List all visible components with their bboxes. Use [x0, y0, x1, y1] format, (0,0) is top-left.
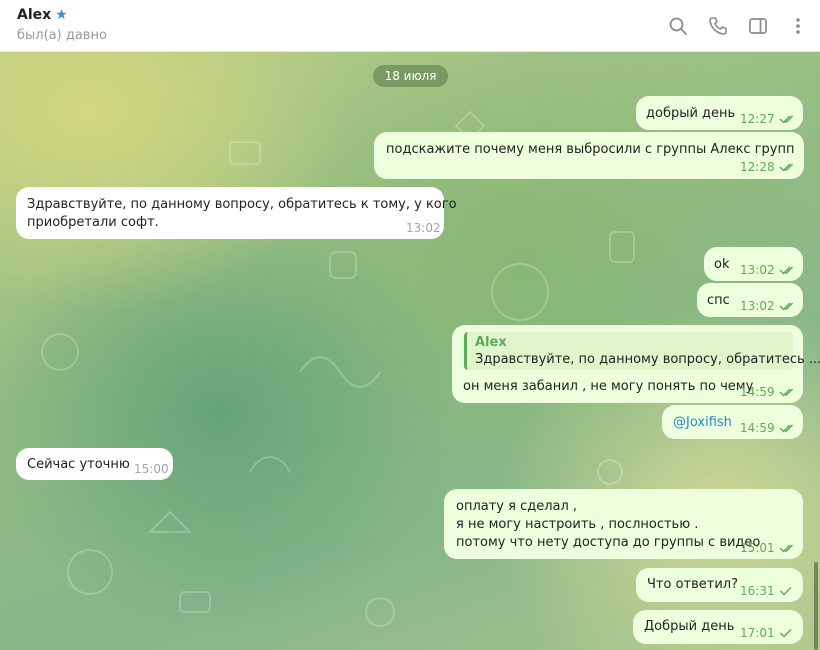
message-text: Здравствуйте, по данному вопросу, обрати…	[27, 197, 457, 212]
reply-text: Здравствуйте, по данному вопросу, обрати…	[475, 352, 820, 367]
outgoing-message[interactable]: оплату я сделал , я не могу настроить , …	[444, 489, 803, 559]
outgoing-message[interactable]: спс 13:02	[697, 283, 803, 317]
message-text-line2: я не могу настроить , послностью .	[456, 517, 699, 532]
message-meta: 12:27	[740, 112, 797, 126]
message-text-line2: приобретали софт.	[27, 215, 159, 230]
message-text: подскажите почему меня выбросили с групп…	[386, 142, 795, 157]
outgoing-message[interactable]: Добрый день 17:01	[633, 610, 803, 644]
message-text: Что ответил?	[647, 577, 738, 592]
message-time: 12:28	[740, 160, 775, 174]
chat-header: Alex ★ был(а) давно	[0, 0, 820, 52]
message-time: 13:02	[406, 221, 441, 235]
message-text: он меня забанил , не могу понять по чему	[463, 379, 754, 394]
outgoing-message[interactable]: ok 13:02	[704, 247, 803, 281]
sidebar-icon[interactable]	[746, 14, 770, 38]
message-meta: 14:59	[740, 421, 797, 435]
chat-area[interactable]: 18 июля добрый день 12:27 подскажите поч…	[0, 52, 820, 650]
message-meta: 12:28	[740, 160, 797, 174]
outgoing-message[interactable]: добрый день 12:27	[636, 96, 803, 130]
double-check-icon	[779, 114, 797, 124]
message-text: спс	[707, 293, 730, 308]
message-time: 13:02	[740, 299, 775, 313]
message-time: 13:02	[740, 263, 775, 277]
chat-title-row[interactable]: Alex ★	[17, 7, 68, 23]
message-meta: 13:02	[740, 263, 797, 277]
message-time: 16:31	[740, 584, 775, 598]
outgoing-message[interactable]: @Joxifish 14:59	[662, 405, 803, 439]
message-meta: 14:59	[740, 385, 797, 399]
double-check-icon	[779, 265, 797, 275]
double-check-icon	[779, 423, 797, 433]
reply-author: Alex	[475, 335, 507, 350]
check-icon	[779, 586, 793, 596]
contact-name[interactable]: Alex	[17, 7, 51, 23]
message-time: 17:01	[740, 626, 775, 640]
search-icon[interactable]	[666, 14, 690, 38]
message-text: Сейчас уточню	[27, 457, 130, 472]
message-meta: 13:02	[740, 299, 797, 313]
message-time: 12:27	[740, 112, 775, 126]
message-time: 15:01	[740, 541, 775, 555]
message-meta: 17:01	[740, 626, 793, 640]
more-icon[interactable]	[786, 14, 810, 38]
message-meta: 15:01	[740, 541, 797, 555]
message-text: добрый день	[646, 106, 736, 121]
message-time: 15:00	[134, 462, 169, 476]
outgoing-message[interactable]: Что ответил? 16:31	[636, 568, 803, 602]
double-check-icon	[779, 162, 797, 172]
phone-icon[interactable]	[706, 14, 730, 38]
chat-scrollbar[interactable]	[814, 562, 818, 650]
outgoing-message[interactable]: подскажите почему меня выбросили с групп…	[374, 132, 804, 179]
double-check-icon	[779, 387, 797, 397]
outgoing-message-reply[interactable]: Alex Здравствуйте, по данному вопросу, о…	[452, 325, 820, 403]
premium-star-icon: ★	[55, 7, 68, 23]
incoming-message[interactable]: Сейчас уточню 15:00	[16, 448, 173, 480]
message-text-line3: потому что нету доступа до группы с виде…	[456, 535, 761, 550]
message-time: 14:59	[740, 421, 775, 435]
incoming-message[interactable]: Здравствуйте, по данному вопросу, обрати…	[16, 187, 457, 239]
message-text: ok	[714, 257, 730, 272]
contact-status: был(а) давно	[17, 28, 107, 43]
mention-link[interactable]: @Joxifish	[673, 415, 732, 430]
double-check-icon	[779, 301, 797, 311]
double-check-icon	[779, 543, 797, 553]
header-actions	[666, 14, 810, 38]
message-time: 14:59	[740, 385, 775, 399]
message-text: оплату я сделал ,	[456, 499, 578, 514]
message-meta: 16:31	[740, 584, 793, 598]
check-icon	[779, 628, 793, 638]
message-text: Добрый день	[644, 619, 735, 634]
date-separator: 18 июля	[373, 65, 448, 87]
reply-quote[interactable]: Alex Здравствуйте, по данному вопросу, о…	[464, 332, 820, 370]
